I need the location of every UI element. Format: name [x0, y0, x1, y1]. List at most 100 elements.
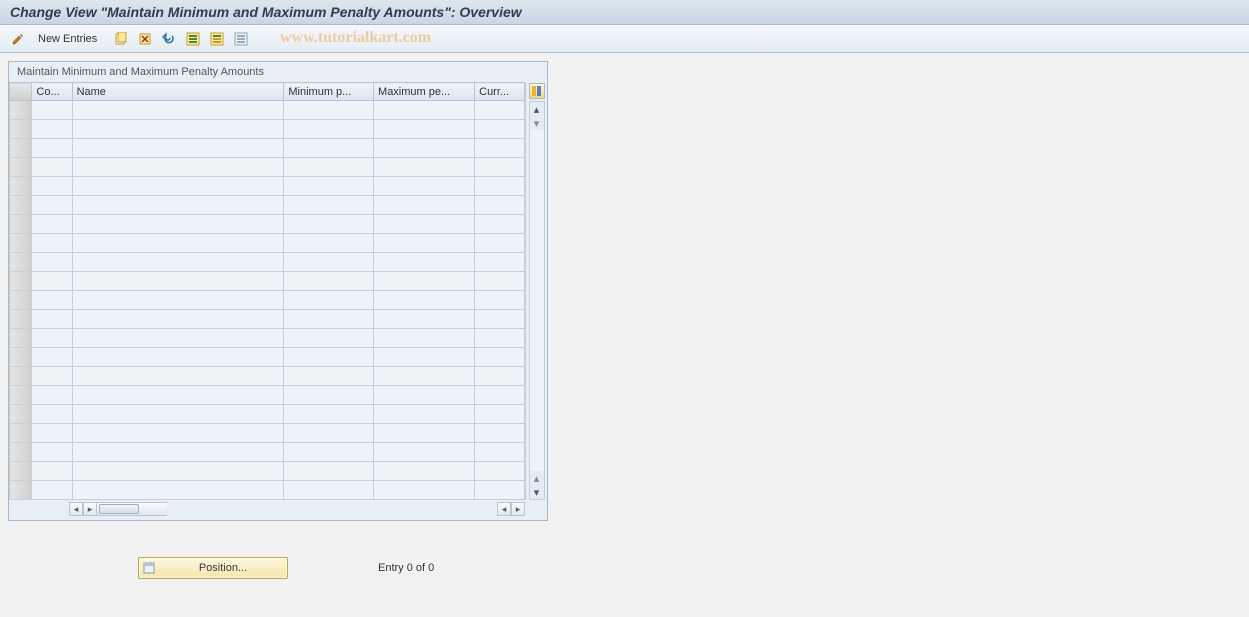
column-header-min[interactable]: Minimum p... — [284, 83, 374, 101]
cell-curr[interactable] — [475, 405, 525, 424]
row-selector[interactable] — [10, 291, 32, 310]
cell-max[interactable] — [374, 139, 475, 158]
table-row[interactable] — [10, 139, 525, 158]
column-header-co[interactable]: Co... — [32, 83, 72, 101]
cell-co[interactable] — [32, 158, 72, 177]
table-row[interactable] — [10, 120, 525, 139]
cell-max[interactable] — [374, 177, 475, 196]
cell-curr[interactable] — [475, 158, 525, 177]
cell-name[interactable] — [72, 310, 284, 329]
cell-max[interactable] — [374, 253, 475, 272]
row-selector[interactable] — [10, 462, 32, 481]
cell-name[interactable] — [72, 139, 284, 158]
cell-curr[interactable] — [475, 101, 525, 120]
cell-min[interactable] — [284, 462, 374, 481]
row-selector[interactable] — [10, 253, 32, 272]
cell-name[interactable] — [72, 443, 284, 462]
cell-co[interactable] — [32, 177, 72, 196]
cell-name[interactable] — [72, 367, 284, 386]
cell-curr[interactable] — [475, 120, 525, 139]
cell-co[interactable] — [32, 348, 72, 367]
cell-name[interactable] — [72, 348, 284, 367]
toggle-display-change-icon[interactable] — [8, 29, 28, 49]
table-row[interactable] — [10, 386, 525, 405]
cell-name[interactable] — [72, 272, 284, 291]
vertical-scrollbar[interactable]: ▴ ▾ ▴ ▾ — [529, 101, 545, 500]
cell-min[interactable] — [284, 348, 374, 367]
cell-min[interactable] — [284, 253, 374, 272]
row-selector[interactable] — [10, 348, 32, 367]
table-row[interactable] — [10, 177, 525, 196]
row-selector[interactable] — [10, 215, 32, 234]
scroll-up2-icon[interactable]: ▾ — [530, 116, 544, 130]
cell-name[interactable] — [72, 424, 284, 443]
cell-co[interactable] — [32, 139, 72, 158]
table-row[interactable] — [10, 443, 525, 462]
cell-curr[interactable] — [475, 367, 525, 386]
cell-name[interactable] — [72, 405, 284, 424]
cell-name[interactable] — [72, 158, 284, 177]
cell-name[interactable] — [72, 291, 284, 310]
cell-min[interactable] — [284, 177, 374, 196]
cell-max[interactable] — [374, 120, 475, 139]
cell-co[interactable] — [32, 424, 72, 443]
scroll-down-icon[interactable]: ▾ — [530, 485, 544, 499]
cell-min[interactable] — [284, 120, 374, 139]
table-row[interactable] — [10, 348, 525, 367]
cell-curr[interactable] — [475, 272, 525, 291]
row-selector[interactable] — [10, 329, 32, 348]
table-row[interactable] — [10, 196, 525, 215]
table-row[interactable] — [10, 367, 525, 386]
row-selector[interactable] — [10, 310, 32, 329]
table-row[interactable] — [10, 101, 525, 120]
cell-co[interactable] — [32, 329, 72, 348]
cell-name[interactable] — [72, 462, 284, 481]
cell-min[interactable] — [284, 367, 374, 386]
cell-co[interactable] — [32, 443, 72, 462]
hscroll-thumb[interactable] — [99, 504, 139, 514]
table-row[interactable] — [10, 253, 525, 272]
copy-as-icon[interactable] — [111, 29, 131, 49]
cell-name[interactable] — [72, 120, 284, 139]
cell-curr[interactable] — [475, 329, 525, 348]
cell-curr[interactable] — [475, 462, 525, 481]
hscroll-left-icon[interactable]: ◂ — [69, 502, 83, 516]
cell-max[interactable] — [374, 234, 475, 253]
hscroll-track[interactable] — [97, 502, 167, 516]
table-row[interactable] — [10, 272, 525, 291]
cell-max[interactable] — [374, 367, 475, 386]
row-selector[interactable] — [10, 272, 32, 291]
cell-max[interactable] — [374, 215, 475, 234]
table-row[interactable] — [10, 329, 525, 348]
cell-min[interactable] — [284, 424, 374, 443]
cell-min[interactable] — [284, 386, 374, 405]
table-row[interactable] — [10, 234, 525, 253]
cell-curr[interactable] — [475, 443, 525, 462]
new-entries-button[interactable]: New Entries — [32, 31, 103, 47]
column-row-selector[interactable] — [10, 83, 32, 101]
row-selector[interactable] — [10, 405, 32, 424]
scroll-up-icon[interactable]: ▴ — [530, 102, 544, 116]
table-row[interactable] — [10, 462, 525, 481]
cell-max[interactable] — [374, 424, 475, 443]
cell-curr[interactable] — [475, 310, 525, 329]
cell-max[interactable] — [374, 329, 475, 348]
cell-max[interactable] — [374, 386, 475, 405]
table-row[interactable] — [10, 481, 525, 500]
row-selector[interactable] — [10, 158, 32, 177]
column-header-curr[interactable]: Curr... — [475, 83, 525, 101]
table-row[interactable] — [10, 158, 525, 177]
cell-max[interactable] — [374, 481, 475, 500]
row-selector[interactable] — [10, 481, 32, 500]
cell-name[interactable] — [72, 481, 284, 500]
delete-icon[interactable] — [135, 29, 155, 49]
cell-min[interactable] — [284, 310, 374, 329]
column-header-max[interactable]: Maximum pe... — [374, 83, 475, 101]
row-selector[interactable] — [10, 234, 32, 253]
cell-name[interactable] — [72, 101, 284, 120]
hscroll-right2-icon[interactable]: ◂ — [497, 502, 511, 516]
cell-co[interactable] — [32, 196, 72, 215]
cell-max[interactable] — [374, 462, 475, 481]
cell-curr[interactable] — [475, 196, 525, 215]
cell-min[interactable] — [284, 196, 374, 215]
